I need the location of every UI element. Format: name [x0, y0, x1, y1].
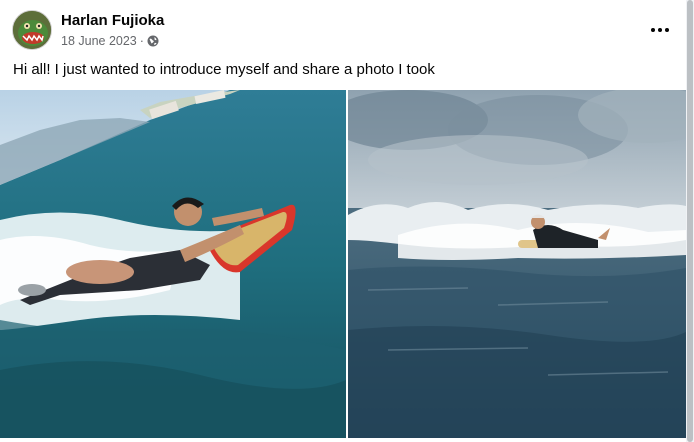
post-text: Hi all! I just wanted to introduce mysel… [13, 61, 435, 78]
photo-grid [0, 90, 686, 438]
avatar[interactable] [12, 10, 52, 50]
meta-separator: · [139, 34, 144, 48]
post-date[interactable]: 18 June 2023 [61, 34, 137, 48]
globe-icon[interactable] [147, 35, 159, 47]
feed-post: Harlan Fujioka 18 June 2023 · Hi all! I … [0, 0, 686, 442]
more-options-icon[interactable] [648, 18, 672, 42]
post-header: Harlan Fujioka 18 June 2023 · [12, 10, 682, 54]
post-meta: 18 June 2023 · [61, 34, 159, 48]
surfer-paddling-wave-photo[interactable] [348, 90, 686, 438]
scrollbar-thumb[interactable] [687, 0, 693, 442]
avatar-image [13, 11, 51, 49]
author-name[interactable]: Harlan Fujioka [61, 12, 164, 29]
page-scrollbar[interactable] [686, 0, 694, 442]
surfer-paddling-closeup-photo[interactable] [0, 90, 346, 438]
